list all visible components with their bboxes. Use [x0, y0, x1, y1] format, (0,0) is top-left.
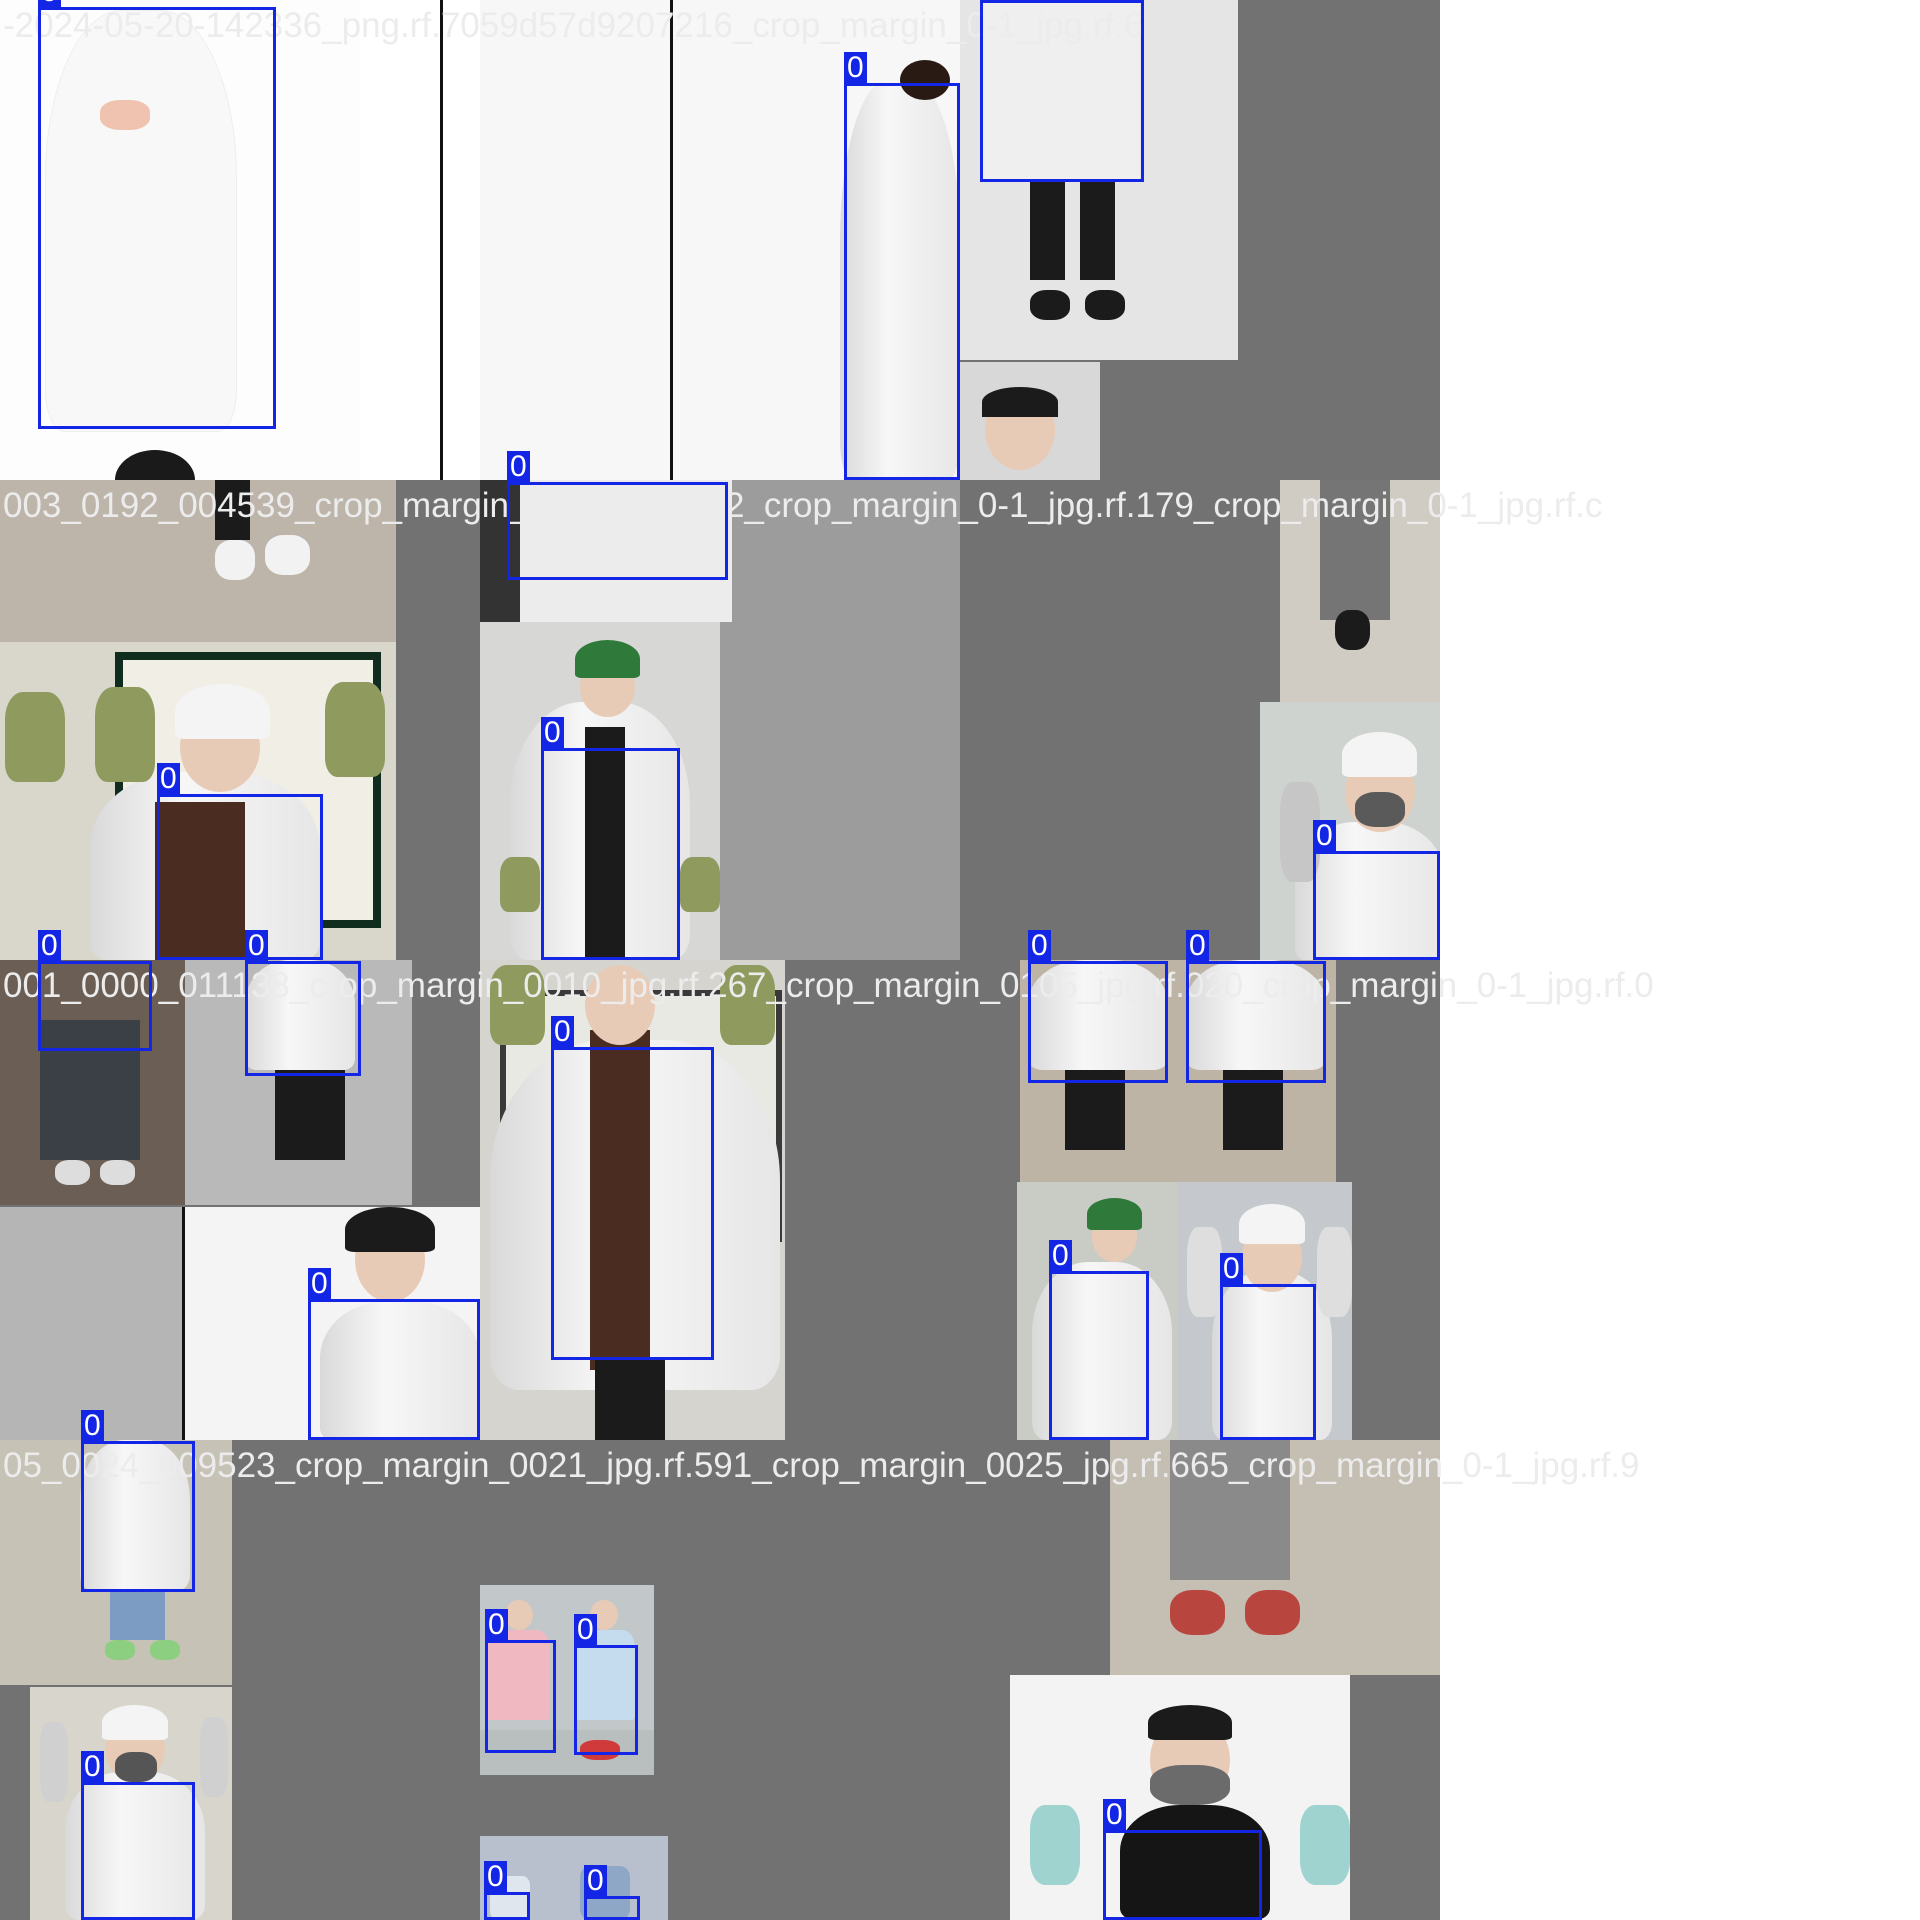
class-label: 0 — [484, 1861, 507, 1893]
tile-title-row2: 003_0192_004539_crop_margin_0-1_jpg.rf.6… — [3, 486, 1603, 525]
class-label: 0 — [541, 717, 564, 749]
class-label: 0 — [245, 930, 268, 962]
tile-r3c4 — [1440, 960, 1920, 1440]
class-label: 0 — [1028, 930, 1051, 962]
tile-r4c4 — [1440, 1440, 1920, 1920]
divider-line — [440, 0, 443, 480]
detection-mosaic: -2024-05-20-142336_png.rf.7059d57d920721… — [0, 0, 1920, 1920]
detection-box: 0 — [574, 1614, 638, 1755]
detection-box: 0 — [507, 451, 728, 580]
detection-box: 0 — [81, 1751, 195, 1920]
class-label: 0 — [574, 1614, 597, 1646]
detection-box: 0 — [1103, 1799, 1262, 1920]
class-label: 0 — [157, 763, 180, 795]
class-label: 0 — [81, 1410, 104, 1442]
tile-r4c1 — [0, 1440, 480, 1920]
detection-box: 0 — [1313, 820, 1440, 960]
detection-box: 0 — [541, 717, 680, 960]
class-label: 0 — [38, 930, 61, 962]
class-label: 0 — [38, 0, 61, 8]
class-label: 0 — [1220, 1253, 1243, 1285]
class-label: 0 — [551, 1016, 574, 1048]
detection-box: 0 — [1220, 1253, 1316, 1440]
detection-box: 0 — [980, 0, 1144, 182]
detection-box: 0 — [157, 763, 323, 960]
detection-box: 0 — [584, 1865, 640, 1920]
tile-title-row4: 05_0024_009523_crop_margin_0021_jpg.rf.5… — [3, 1446, 1640, 1485]
detection-box: 0 — [1028, 930, 1168, 1083]
detection-box: 0 — [551, 1016, 714, 1360]
detection-box: 0 — [1049, 1240, 1149, 1440]
detection-box: 0 — [245, 930, 361, 1076]
class-label: 0 — [1186, 930, 1209, 962]
detection-box: 0 — [1186, 930, 1326, 1083]
detection-box: 0 — [38, 0, 276, 429]
class-label: 0 — [507, 451, 530, 483]
divider-line — [670, 0, 673, 480]
detection-box: 0 — [844, 52, 960, 480]
photo-face-cap — [960, 362, 1100, 480]
tile-r2c4 — [1440, 480, 1920, 960]
detection-box: 0 — [485, 1609, 556, 1753]
class-label: 0 — [584, 1865, 607, 1897]
detection-box: 0 — [308, 1268, 480, 1440]
class-label: 0 — [485, 1609, 508, 1641]
class-label: 0 — [1103, 1799, 1126, 1831]
tile-r1c4 — [1440, 0, 1920, 480]
class-label: 0 — [1313, 820, 1336, 852]
class-label: 0 — [1049, 1240, 1072, 1272]
detection-box: 0 — [81, 1410, 195, 1592]
detection-box: 0 — [38, 930, 152, 1051]
detection-box: 0 — [484, 1861, 530, 1920]
class-label: 0 — [81, 1751, 104, 1783]
photo-gray-blank — [0, 1207, 182, 1440]
class-label: 0 — [308, 1268, 331, 1300]
class-label: 0 — [980, 0, 1003, 1]
class-label: 0 — [844, 52, 867, 84]
